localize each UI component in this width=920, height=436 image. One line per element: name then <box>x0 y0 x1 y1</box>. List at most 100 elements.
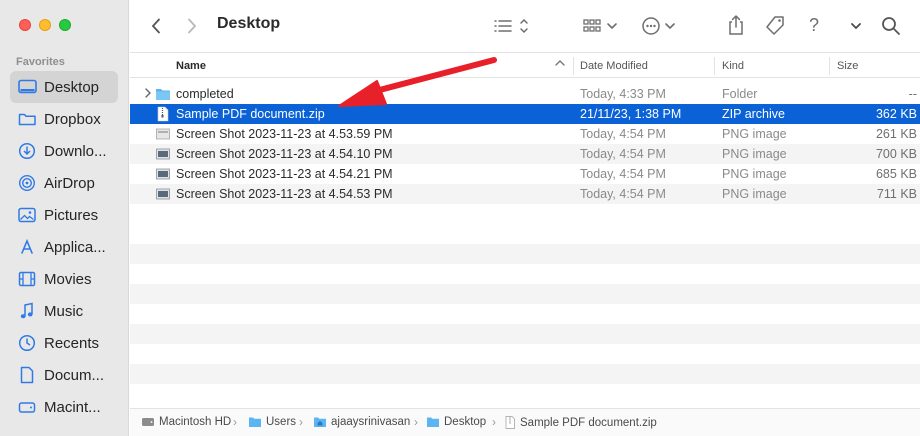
ellipsis-circle-icon <box>642 17 675 35</box>
view-options-button[interactable] <box>493 15 531 37</box>
list-view-icon <box>494 18 528 34</box>
question-mark-icon: ? <box>808 14 819 35</box>
file-row-screenshot-1[interactable]: Screen Shot 2023-11-23 at 4.53.59 PM Tod… <box>130 124 920 144</box>
sidebar: Favorites Desktop Dropbox Downlo... AirD… <box>0 0 129 436</box>
sidebar-item-movies[interactable]: Movies <box>10 263 118 295</box>
music-icon <box>17 301 37 321</box>
file-kind: PNG image <box>722 127 787 141</box>
sidebar-item-pictures[interactable]: Pictures <box>10 199 118 231</box>
chevron-left-icon <box>151 18 160 34</box>
path-bar: Macintosh HD › Users › ajaaysrinivasan ›… <box>130 408 920 436</box>
sidebar-item-recents[interactable]: Recents <box>10 327 118 359</box>
file-date: Today, 4:54 PM <box>580 167 666 181</box>
file-date: Today, 4:33 PM <box>580 87 666 101</box>
column-divider[interactable] <box>829 57 830 75</box>
share-icon <box>729 14 743 35</box>
path-item-desktop[interactable]: Desktop <box>426 416 486 428</box>
back-button[interactable] <box>146 15 166 37</box>
minimize-window-button[interactable] <box>39 19 51 31</box>
image-file-icon <box>156 188 170 200</box>
file-name: Screen Shot 2023-11-23 at 4.54.21 PM <box>176 167 393 181</box>
recents-icon <box>17 333 37 353</box>
zoom-window-button[interactable] <box>59 19 71 31</box>
grid-group-icon <box>583 19 617 32</box>
sidebar-item-applications[interactable]: Applica... <box>10 231 118 263</box>
file-row-screenshot-4[interactable]: Screen Shot 2023-11-23 at 4.54.53 PM Tod… <box>130 184 920 204</box>
file-name: Screen Shot 2023-11-23 at 4.53.59 PM <box>176 127 393 141</box>
share-button[interactable] <box>725 13 747 37</box>
help-button[interactable]: ? <box>804 13 824 37</box>
documents-icon <box>17 365 37 385</box>
chevron-right-icon <box>188 18 197 34</box>
disclosure-chevron-icon[interactable] <box>144 87 152 102</box>
file-name: Screen Shot 2023-11-23 at 4.54.53 PM <box>176 187 393 201</box>
favorites-heading: Favorites <box>16 56 65 68</box>
file-size: 711 KB <box>876 187 917 201</box>
path-separator-icon: › <box>233 415 237 429</box>
search-icon <box>882 17 900 35</box>
sort-ascending-icon[interactable] <box>554 58 566 71</box>
file-row-sample-pdf-zip[interactable]: Sample PDF document.zip 21/11/23, 1:38 P… <box>130 104 920 124</box>
file-date: Today, 4:54 PM <box>580 187 666 201</box>
path-item-user-home[interactable]: ajaaysrinivasan <box>313 416 410 428</box>
path-separator-icon: › <box>492 415 496 429</box>
group-by-button[interactable] <box>582 15 622 37</box>
file-kind: ZIP archive <box>722 107 785 121</box>
file-row-completed[interactable]: completed Today, 4:33 PM Folder -- <box>130 84 920 104</box>
file-kind: PNG image <box>722 187 787 201</box>
file-size: 261 KB <box>875 127 917 141</box>
file-date: Today, 4:54 PM <box>580 147 666 161</box>
column-divider[interactable] <box>573 57 574 75</box>
file-row-screenshot-3[interactable]: Screen Shot 2023-11-23 at 4.54.21 PM Tod… <box>130 164 920 184</box>
movies-icon <box>17 269 37 289</box>
folder-icon <box>427 417 439 427</box>
file-date: 21/11/23, 1:38 PM <box>580 107 682 121</box>
forward-button[interactable] <box>182 15 202 37</box>
folder-icon <box>17 109 37 129</box>
sidebar-item-macintosh-hd[interactable]: Macint... <box>10 391 118 423</box>
sidebar-item-music[interactable]: Music <box>10 295 118 327</box>
file-kind: Folder <box>722 87 758 101</box>
sidebar-item-documents[interactable]: Docum... <box>10 359 118 391</box>
path-item-users[interactable]: Users <box>248 416 296 428</box>
window-title: Desktop <box>217 15 281 32</box>
file-kind: PNG image <box>722 147 787 161</box>
file-name: Screen Shot 2023-11-23 at 4.54.10 PM <box>176 147 393 161</box>
column-date-header[interactable]: Date Modified <box>580 60 648 72</box>
column-kind-header[interactable]: Kind <box>722 60 744 72</box>
tags-button[interactable] <box>763 14 787 38</box>
column-size-header[interactable]: Size <box>837 60 858 72</box>
path-separator-icon: › <box>414 415 418 429</box>
file-size: 685 KB <box>875 167 917 181</box>
applications-icon <box>17 237 37 257</box>
path-item-file[interactable]: Sample PDF document.zip <box>504 416 657 429</box>
action-menu-button[interactable] <box>641 15 681 37</box>
file-row-screenshot-2[interactable]: Screen Shot 2023-11-23 at 4.54.10 PM Tod… <box>130 144 920 164</box>
close-window-button[interactable] <box>19 19 31 31</box>
sidebar-item-airdrop[interactable]: AirDrop <box>10 167 118 199</box>
pictures-icon <box>17 205 37 225</box>
file-kind: PNG image <box>722 167 787 181</box>
file-name: Sample PDF document.zip <box>176 107 325 121</box>
search-button[interactable] <box>880 14 902 38</box>
drive-icon <box>142 418 154 426</box>
file-date: Today, 4:54 PM <box>580 127 666 141</box>
file-size: 362 KB <box>875 107 917 121</box>
file-size: 700 KB <box>875 147 917 161</box>
image-file-icon <box>156 168 170 180</box>
column-name-header[interactable]: Name <box>176 60 206 72</box>
empty-list-area[interactable] <box>130 224 920 404</box>
column-divider[interactable] <box>714 57 715 75</box>
desktop-icon <box>17 77 37 97</box>
window-controls <box>19 19 71 31</box>
folder-icon <box>249 417 261 427</box>
zip-file-icon <box>157 106 169 122</box>
more-toolbar-button[interactable] <box>848 15 864 37</box>
path-item-macintosh-hd[interactable]: Macintosh HD <box>141 416 231 428</box>
sidebar-item-downloads[interactable]: Downlo... <box>10 135 118 167</box>
chevron-down-icon <box>851 23 861 30</box>
image-file-icon <box>156 128 170 140</box>
sidebar-item-desktop[interactable]: Desktop <box>10 71 118 103</box>
sidebar-item-dropbox[interactable]: Dropbox <box>10 103 118 135</box>
drive-icon <box>17 397 37 417</box>
